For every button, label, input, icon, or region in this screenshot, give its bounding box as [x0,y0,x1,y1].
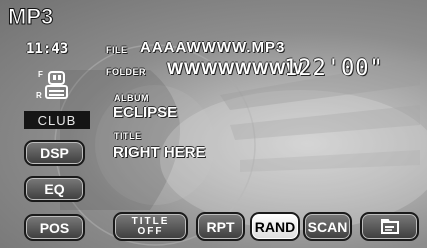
fader-rear-label: R [36,91,42,100]
title-off-button[interactable]: TITLE OFF [113,212,188,241]
rand-button[interactable]: RAND [250,212,300,241]
album-label: ALBUM [114,93,149,103]
fader-front-label: F [38,70,43,79]
folder-return-icon [380,218,399,234]
title-off-label-line2: OFF [137,225,164,237]
eq-button[interactable]: EQ [24,176,85,202]
file-label: FILE [106,45,128,55]
rpt-button[interactable]: RPT [196,212,245,241]
eq-button-label: EQ [44,181,65,197]
scan-button[interactable]: SCAN [303,212,352,241]
pos-button-label: POS [39,219,70,236]
source-title: MP3 [7,4,54,30]
dsp-button[interactable]: DSP [24,140,85,166]
pos-button[interactable]: POS [24,214,85,241]
elapsed-time: 122'00" [284,56,384,81]
fader-balance-icon [45,71,68,99]
folder-label: FOLDER [106,67,146,77]
clock-display: 11:43 [26,41,69,57]
album-name: ECLIPSE [113,104,178,121]
rand-button-label: RAND [254,218,296,235]
eq-mode-indicator: CLUB [24,111,90,129]
scan-button-label: SCAN [307,218,348,235]
rpt-button-label: RPT [206,218,235,235]
folder-name: WWWWWWWW [167,59,304,78]
title-name: RIGHT HERE [113,144,206,161]
title-label: TITLE [114,131,142,141]
folder-return-button[interactable] [360,212,419,241]
file-name: AAAAWWWW.MP3 [140,39,286,56]
eq-mode-label: CLUB [37,112,77,128]
dsp-button-label: DSP [40,145,69,161]
mp3-screen: MP3 11:43 F R CLUB FILE AAAAWWWW.MP3 FOL… [0,0,427,248]
title-off-label-line1: TITLE [131,215,170,227]
